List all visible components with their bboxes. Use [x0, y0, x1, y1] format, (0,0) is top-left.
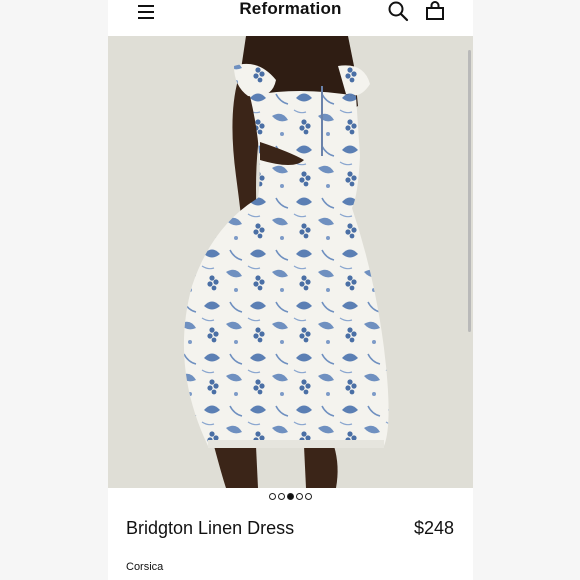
right-backdrop: [473, 0, 580, 580]
product-title: Bridgton Linen Dress: [126, 518, 295, 538]
carousel-dot-5[interactable]: [305, 493, 312, 500]
image-carousel-indicator: [108, 493, 473, 503]
phone-screen: Reformation Bridgton Linen Dress $248 Co…: [108, 0, 473, 580]
search-icon[interactable]: [387, 0, 409, 22]
carousel-dot-3-active[interactable]: [287, 493, 294, 500]
shopping-bag-icon[interactable]: [424, 0, 446, 22]
brand-logo[interactable]: Reformation: [108, 0, 473, 19]
carousel-dot-4[interactable]: [296, 493, 303, 500]
left-backdrop: [0, 0, 108, 580]
carousel-dot-1[interactable]: [269, 493, 276, 500]
product-image[interactable]: [108, 36, 473, 488]
scrollbar[interactable]: [468, 50, 471, 332]
carousel-dot-2[interactable]: [278, 493, 285, 500]
product-price: $248: [413, 518, 454, 538]
top-nav-bar: Reformation: [108, 0, 473, 36]
product-color-name[interactable]: Corsica: [126, 561, 163, 573]
